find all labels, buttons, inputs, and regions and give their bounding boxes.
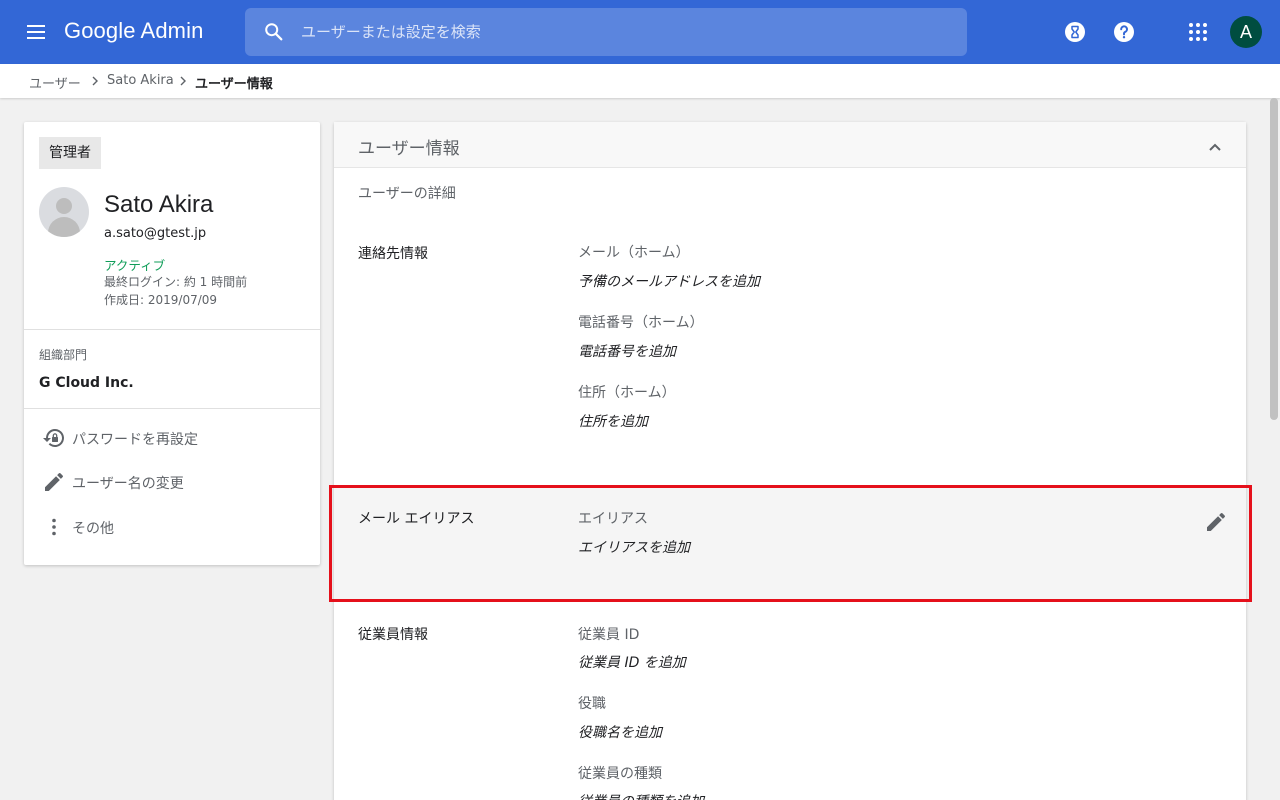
more-options-label: その他 [72, 521, 114, 537]
search-input[interactable] [301, 8, 941, 56]
employee-info-label: 従業員情報 [358, 627, 428, 643]
lock-reset-icon [43, 429, 64, 447]
edit-pencil-icon[interactable] [1204, 510, 1228, 534]
help-icon[interactable] [1112, 20, 1136, 44]
divider [24, 408, 320, 409]
app-logo[interactable]: Google Admin [64, 18, 203, 44]
add-home-email-link[interactable]: 予備のメールアドレスを追加 [578, 271, 760, 291]
add-home-address-link[interactable]: 住所を追加 [578, 411, 648, 431]
account-avatar[interactable]: A [1230, 16, 1262, 48]
add-job-title-link[interactable]: 役職名を追加 [578, 722, 662, 742]
more-options-button[interactable]: その他 [24, 507, 320, 547]
alias-field-label: エイリアス [578, 511, 648, 527]
chevron-right-icon [180, 76, 186, 86]
breadcrumb-current: ユーザー情報 [195, 77, 273, 92]
home-phone-label: 電話番号（ホーム） [578, 315, 704, 331]
scrollbar-thumb[interactable] [1270, 98, 1278, 420]
panel-title: ユーザー情報 [358, 139, 460, 159]
divider [24, 329, 320, 330]
employee-type-label: 従業員の種類 [578, 766, 662, 782]
page-scrollbar[interactable] [1268, 98, 1280, 800]
user-summary-card: 管理者 Sato Akira a.sato@gtest.jp アクティブ 最終ロ… [24, 122, 320, 565]
reset-password-button[interactable]: パスワードを再設定 [24, 418, 320, 458]
chevron-right-icon [92, 76, 98, 86]
user-name: Sato Akira [104, 191, 214, 218]
add-employee-id-link[interactable]: 従業員 ID を追加 [578, 652, 686, 672]
org-unit-value: G Cloud Inc. [39, 375, 134, 391]
employee-id-label: 従業員 ID [578, 627, 640, 643]
email-alias-row[interactable]: メール エイリアス エイリアス エイリアスを追加 [334, 488, 1246, 601]
search-icon[interactable] [263, 21, 285, 43]
user-info-header[interactable]: ユーザー情報 [334, 122, 1246, 168]
breadcrumb-user-name[interactable]: Sato Akira [107, 73, 174, 88]
role-badge: 管理者 [39, 137, 101, 169]
rename-user-button[interactable]: ユーザー名の変更 [24, 462, 320, 502]
contact-info-label: 連絡先情報 [358, 246, 428, 262]
pencil-icon [45, 472, 64, 491]
user-email: a.sato@gtest.jp [104, 226, 207, 241]
top-app-bar: Google Admin A [0, 0, 1280, 64]
breadcrumb-users[interactable]: ユーザー [29, 73, 81, 92]
more-vert-icon [52, 518, 56, 536]
rename-user-label: ユーザー名の変更 [72, 476, 184, 492]
apps-grid-icon[interactable] [1186, 20, 1210, 44]
user-avatar [39, 187, 89, 237]
add-employee-type-link[interactable]: 従業員の種類を追加 [578, 791, 704, 800]
email-alias-label: メール エイリアス [358, 511, 475, 527]
job-title-label: 役職 [578, 696, 606, 712]
reset-password-label: パスワードを再設定 [72, 432, 198, 448]
hourglass-icon[interactable] [1063, 20, 1087, 44]
menu-icon[interactable] [24, 20, 48, 44]
chevron-up-icon[interactable] [1203, 135, 1227, 159]
home-email-label: メール（ホーム） [578, 245, 690, 261]
breadcrumb: ユーザー Sato Akira ユーザー情報 [0, 64, 1280, 98]
home-address-label: 住所（ホーム） [578, 385, 676, 401]
search-bar[interactable] [245, 8, 967, 56]
status-badge: アクティブ [104, 258, 166, 273]
user-info-panel: ユーザー情報 ユーザーの詳細 連絡先情報 メール（ホーム） 予備のメールアドレス… [334, 122, 1246, 800]
user-details-subtitle: ユーザーの詳細 [358, 186, 456, 202]
created-date: 作成日: 2019/07/09 [104, 293, 218, 307]
last-login: 最終ログイン: 約 1 時間前 [104, 275, 248, 289]
org-unit-label: 組織部門 [39, 348, 88, 362]
add-home-phone-link[interactable]: 電話番号を追加 [578, 341, 676, 361]
add-alias-link[interactable]: エイリアスを追加 [578, 537, 690, 557]
